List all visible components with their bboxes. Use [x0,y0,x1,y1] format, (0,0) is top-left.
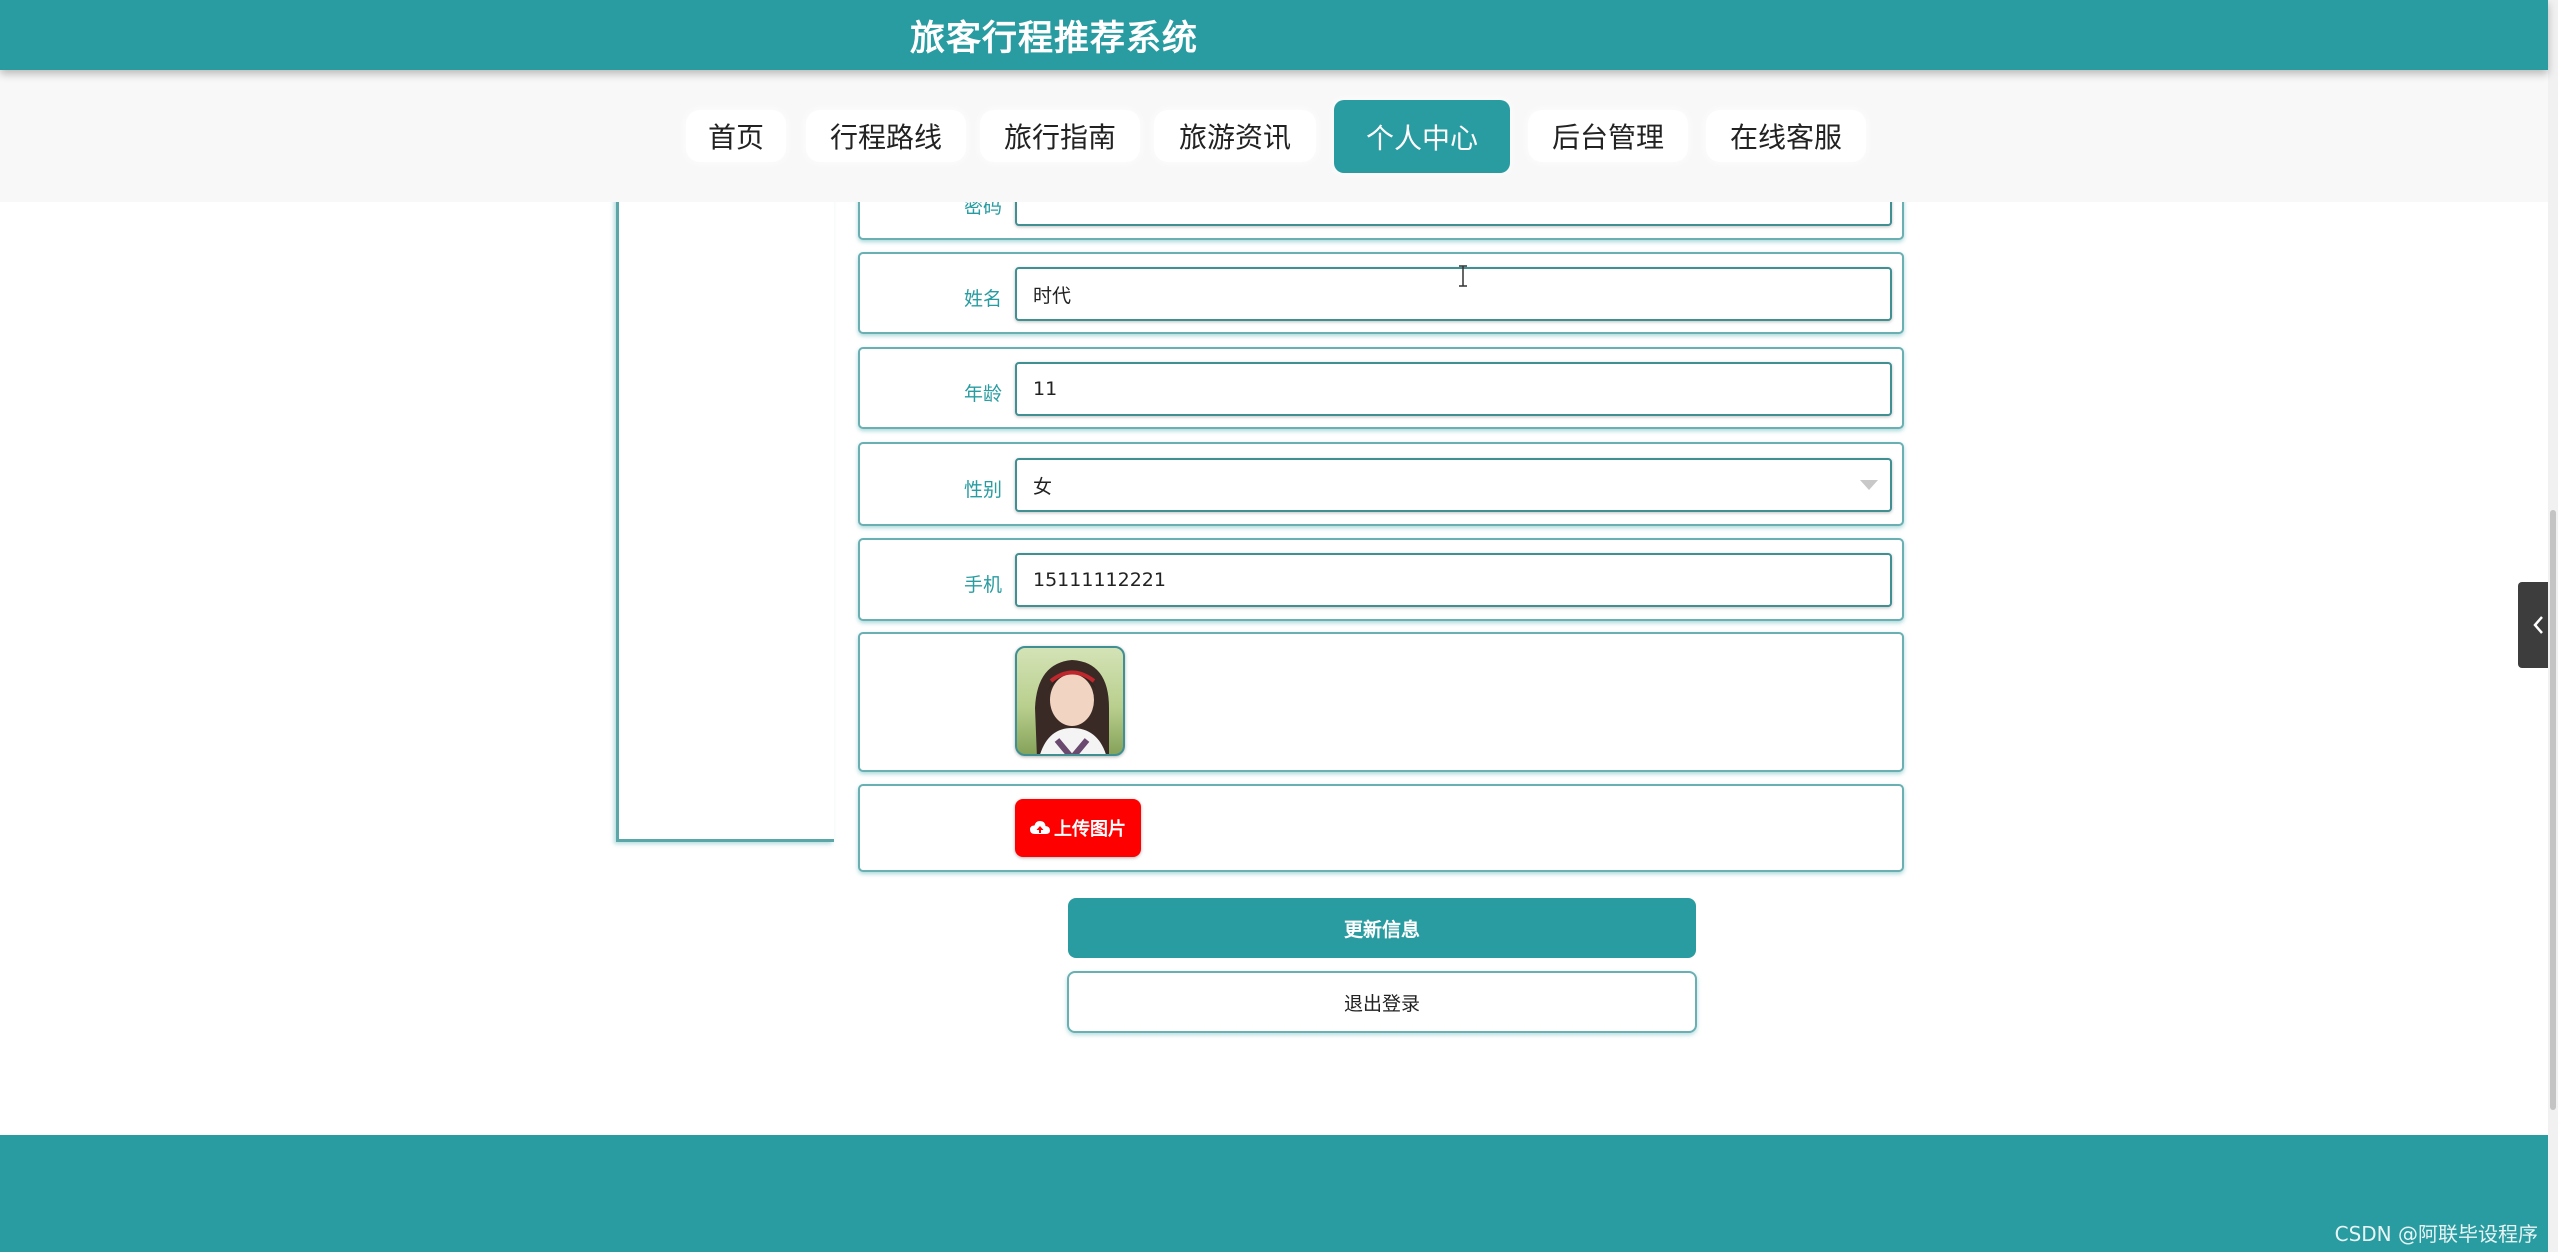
form-row-name: 姓名 时代 [858,252,1904,334]
page-scrollbar[interactable] [2548,0,2558,1252]
phone-input[interactable]: 15111112221 [1015,553,1892,607]
upload-image-button[interactable]: 上传图片 [1015,799,1141,857]
page: 旅客行程推荐系统 首页 行程路线 旅行指南 旅游资讯 个人中心 后台管理 在线客… [0,0,2558,1252]
left-card [616,150,834,842]
gender-select[interactable]: 女 [1015,458,1892,512]
avatar [1015,646,1125,756]
title-bar: 旅客行程推荐系统 [0,0,2548,70]
watermark-text: CSDN @阿联毕设程序 [2334,1222,2538,1246]
text-cursor-icon [1459,265,1467,287]
upload-image-label: 上传图片 [1054,819,1126,840]
name-label: 姓名 [963,288,1002,310]
gender-label: 性别 [963,479,1002,501]
nav-item-news[interactable]: 旅游资讯 [1154,110,1316,162]
form-row-upload: 上传图片 [858,784,1904,872]
form-row-avatar [858,632,1904,772]
nav-item-home[interactable]: 首页 [686,110,786,162]
scrollbar-thumb[interactable] [2550,510,2556,1110]
age-label: 年龄 [963,383,1002,405]
nav-item-service[interactable]: 在线客服 [1706,110,1866,162]
cloud-upload-icon [1030,821,1050,834]
logout-button[interactable]: 退出登录 [1067,971,1697,1033]
chevron-down-icon [1860,480,1878,490]
form-row-gender: 性别 女 [858,442,1904,526]
site-title: 旅客行程推荐系统 [909,18,1198,59]
age-input[interactable]: 11 [1015,362,1892,416]
form-row-age: 年龄 11 [858,347,1904,429]
footer [0,1135,2548,1252]
nav-item-guide[interactable]: 旅行指南 [980,110,1140,162]
nav-item-admin[interactable]: 后台管理 [1528,110,1688,162]
gender-select-value: 女 [1033,475,1053,498]
nav-bar: 首页 行程路线 旅行指南 旅游资讯 个人中心 后台管理 在线客服 [0,70,2548,202]
nav-item-profile[interactable]: 个人中心 [1334,100,1510,173]
phone-label: 手机 [963,574,1002,596]
form-row-phone: 手机 15111112221 [858,538,1904,621]
chevron-left-icon [2533,616,2543,634]
avatar-portrait-icon [1035,660,1109,754]
update-info-button[interactable]: 更新信息 [1068,898,1696,958]
name-input[interactable]: 时代 [1015,267,1892,321]
nav-item-routes[interactable]: 行程路线 [806,110,966,162]
